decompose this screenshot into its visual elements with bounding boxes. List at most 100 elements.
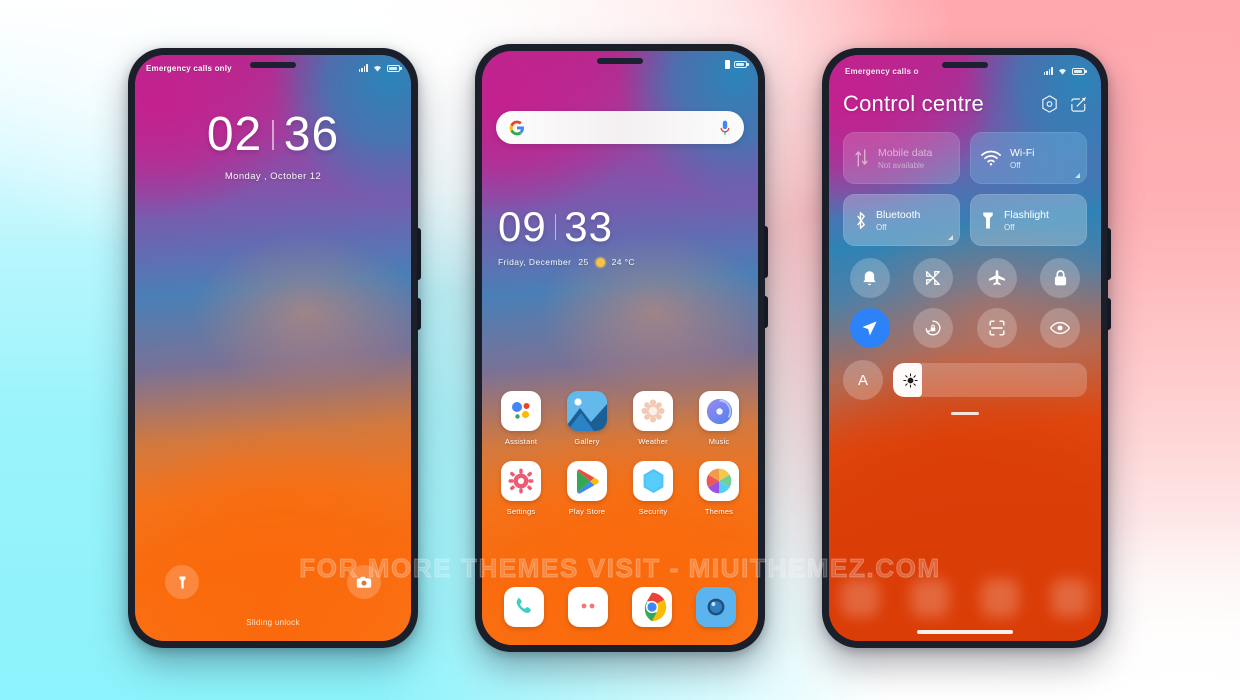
phone1-screen: Emergency calls only 02 36 Monday , Octo… (135, 55, 411, 641)
toggle-lock[interactable] (1040, 258, 1081, 298)
tile-expand-corner[interactable] (948, 235, 953, 240)
microphone-icon[interactable] (719, 120, 731, 136)
app-security[interactable]: Security (624, 461, 682, 516)
tile-mobile-data[interactable]: Mobile data Not available (843, 132, 960, 184)
tile-state: Not available (878, 160, 925, 170)
round-toggle-grid (843, 258, 1087, 348)
toggle-scanner[interactable] (976, 308, 1017, 348)
volume-button-2[interactable] (764, 226, 768, 278)
temperature-label: 24 °C (611, 257, 635, 267)
toggle-eye-care[interactable] (1040, 308, 1081, 348)
blurred-app-row-behind (841, 579, 1089, 617)
toggle-airplane-mode[interactable] (976, 258, 1017, 298)
tile-name: Mobile data (878, 146, 933, 159)
dock (492, 587, 748, 627)
day-number: 25 (578, 257, 589, 267)
messages-icon[interactable] (568, 587, 608, 627)
brightness-slider[interactable] (893, 363, 1087, 397)
scanner-icon (989, 320, 1005, 336)
clock-hours: 02 (206, 108, 263, 161)
tile-wifi[interactable]: Wi-Fi Off (970, 132, 1087, 184)
brightness-sun-icon (903, 372, 918, 388)
tile-bluetooth[interactable]: Bluetooth Off (843, 194, 960, 246)
bell-icon (863, 270, 876, 285)
toggle-location[interactable] (849, 308, 890, 348)
quick-setting-tiles: Mobile data Not available Wi-Fi Off Blue… (843, 132, 1087, 246)
location-icon (862, 320, 877, 335)
app-grid: Assistant Gallery Weather Music Settings… (492, 391, 748, 531)
control-centre-panel: Control centre Mobile data Not available… (829, 81, 1101, 415)
signal-icon (358, 64, 368, 72)
homescreen-clock-widget[interactable]: 09 33 Friday, December 25 24 °C (482, 206, 758, 268)
power-button[interactable] (417, 298, 421, 330)
tile-text: Bluetooth Off (876, 209, 920, 232)
lockscreen-date: Monday , October 12 (224, 171, 322, 182)
wifi-icon-3 (1059, 68, 1066, 75)
bluetooth-icon (857, 211, 865, 229)
app-row-2: Settings Play Store Security Themes (492, 461, 748, 516)
camera-shortcut[interactable] (347, 565, 381, 599)
header-actions (1041, 95, 1087, 113)
wifi-icon (374, 65, 381, 72)
tile-text: Wi-Fi Off (1010, 147, 1035, 170)
status-icons-2 (725, 59, 749, 69)
app-gallery[interactable]: Gallery (558, 391, 616, 446)
flashlight-tile-icon (983, 212, 993, 228)
rotation-lock-icon (925, 320, 941, 336)
music-icon (699, 391, 739, 431)
app-assistant[interactable]: Assistant (492, 391, 550, 446)
app-weather[interactable]: Weather (624, 391, 682, 446)
status-bar-2 (482, 51, 758, 77)
tile-flashlight[interactable]: Flashlight Off (970, 194, 1087, 246)
home-indicator[interactable] (917, 630, 1013, 634)
settings-icon (501, 461, 541, 501)
phone-icon[interactable] (504, 587, 544, 627)
app-label: Security (638, 507, 668, 516)
app-label: Music (708, 437, 730, 446)
camera-app-icon[interactable] (696, 587, 736, 627)
tile-text: Flashlight Off (1004, 209, 1049, 232)
flashlight-shortcut[interactable] (165, 565, 199, 599)
volume-button[interactable] (417, 228, 421, 280)
edit-icon[interactable] (1070, 96, 1087, 113)
slide-to-unlock-hint: Sliding unlock (246, 618, 300, 627)
toggle-rotation-lock[interactable] (913, 308, 954, 348)
power-button-2[interactable] (764, 296, 768, 328)
power-button-3[interactable] (1107, 298, 1111, 330)
chrome-icon[interactable] (632, 587, 672, 627)
app-label: Settings (506, 507, 536, 516)
clock-time-2: 09 33 (498, 206, 758, 248)
settings-hex-icon[interactable] (1041, 95, 1058, 113)
panel-drag-handle[interactable] (951, 412, 979, 415)
app-label: Weather (638, 437, 668, 446)
phone-homescreen: 09 33 Friday, December 25 24 °C Assistan… (475, 44, 768, 652)
vibrate-icon (725, 59, 730, 69)
status-bar: Emergency calls only (135, 55, 411, 81)
tile-name: Flashlight (1004, 208, 1049, 221)
eye-care-icon (1050, 321, 1071, 335)
app-label: Assistant (504, 437, 538, 446)
toggle-screenshot[interactable] (913, 258, 954, 298)
brightness-slider-fill (893, 363, 923, 397)
app-play-store[interactable]: Play Store (558, 461, 616, 516)
tile-state: Off (1010, 160, 1021, 170)
tile-state: Off (876, 222, 887, 232)
tile-expand-corner[interactable] (1075, 173, 1080, 178)
app-label: Gallery (574, 437, 600, 446)
assistant-icon (501, 391, 541, 431)
page-title: Control centre (843, 91, 984, 116)
lock-icon (1054, 270, 1066, 286)
clock-time: 02 36 (135, 111, 411, 159)
weather-icon (633, 391, 673, 431)
control-centre-header: Control centre (843, 91, 1087, 117)
security-icon (633, 461, 673, 501)
app-themes[interactable]: Themes (690, 461, 748, 516)
app-settings[interactable]: Settings (492, 461, 550, 516)
volume-button-3[interactable] (1107, 228, 1111, 280)
app-music[interactable]: Music (690, 391, 748, 446)
date-label: Friday, December (498, 257, 572, 267)
google-search-bar[interactable] (496, 111, 744, 144)
toggle-silent[interactable] (849, 258, 890, 298)
auto-brightness-button[interactable]: A (843, 360, 883, 400)
play-store-icon (567, 461, 607, 501)
